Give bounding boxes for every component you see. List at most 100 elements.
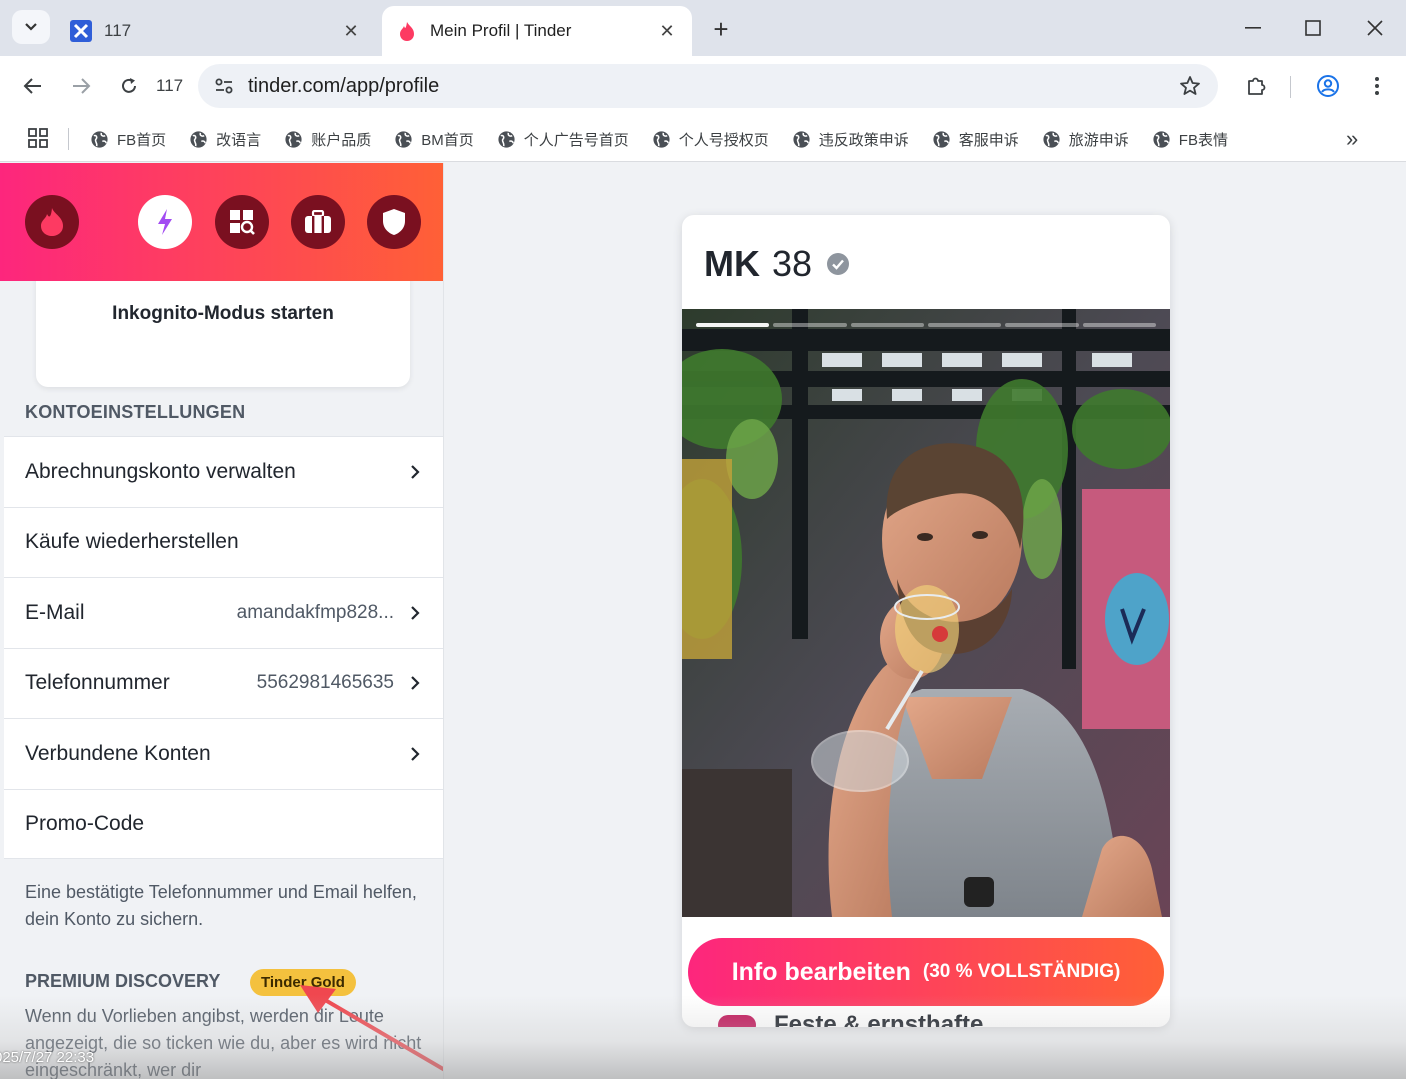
bookmark-item[interactable]: 客服申诉: [932, 129, 1019, 150]
photo-progress-segment: [1082, 323, 1156, 327]
bookmark-label: FB表情: [1178, 131, 1228, 149]
settings-row[interactable]: Käufe wiederherstellen: [4, 506, 443, 578]
bookmark-label: 违反政策申诉: [818, 131, 909, 149]
close-icon: [1367, 20, 1383, 36]
bookmark-item[interactable]: 个人号授权页: [652, 129, 769, 150]
tab-tinder-profile[interactable]: Mein Profil | Tinder ✕: [382, 6, 692, 56]
address-bar[interactable]: tinder.com/app/profile: [198, 64, 1218, 108]
tab-title: 117: [104, 21, 132, 40]
maximize-icon: [1305, 20, 1321, 36]
chevron-right-icon: [408, 674, 422, 692]
incognito-label: Inkognito-Modus starten: [112, 303, 334, 324]
profile-age: 38: [772, 243, 813, 284]
relationship-goal-label: Feste & ernsthafte: [774, 1011, 984, 1027]
photo-progress-segment: [773, 323, 847, 327]
more-vertical-icon: [1375, 77, 1379, 95]
bookmarks-bar: FB首页 改语言 账户品质 BM首页 个人广告号首页 个人号授权页 违反政策申诉 客服申诉 旅游…: [0, 116, 1406, 162]
apps-grid-icon[interactable]: [26, 126, 50, 150]
edit-info-label: Info bearbeiten: [731, 957, 911, 986]
globe-icon: [1043, 130, 1060, 148]
site-settings-icon[interactable]: [208, 70, 240, 102]
account-settings-list: Abrechnungskonto verwalten Käufe wiederhe…: [4, 436, 443, 859]
profile-photo[interactable]: [682, 309, 1170, 917]
bookmark-item[interactable]: 账户品质: [284, 129, 371, 150]
close-tab-icon[interactable]: ✕: [340, 20, 362, 42]
shield-icon: [383, 209, 405, 235]
relationship-goal-icon: [718, 1015, 756, 1027]
account-settings-title: KONTOEINSTELLUNGEN: [25, 402, 246, 422]
photo-progress-segment: [927, 323, 1002, 327]
photo-progress-segment: [696, 323, 770, 327]
premium-discovery-title: PREMIUM DISCOVERY: [25, 971, 221, 991]
bookmark-label: 旅游申诉: [1068, 131, 1129, 149]
bookmark-label: 个人广告号首页: [523, 131, 629, 149]
chevron-right-icon: [408, 745, 422, 763]
back-button[interactable]: [15, 68, 51, 104]
bookmark-item[interactable]: BM首页: [394, 129, 474, 150]
arrow-right-icon: [73, 78, 91, 94]
close-tab-icon[interactable]: ✕: [656, 20, 678, 42]
bookmark-label: 客服申诉: [958, 131, 1019, 149]
tab-search-button[interactable]: [12, 10, 50, 44]
tab-117[interactable]: 117 ✕: [56, 6, 376, 56]
extension-count[interactable]: 117: [156, 76, 183, 96]
work-button[interactable]: [291, 195, 345, 249]
url-text[interactable]: tinder.com/app/profile: [248, 75, 439, 98]
settings-row[interactable]: Telefonnummer 5562981465635: [4, 647, 443, 719]
bookmark-item[interactable]: 个人广告号首页: [497, 129, 629, 150]
chevron-down-icon: [25, 23, 37, 31]
settings-row-label: Käufe wiederherstellen: [25, 530, 239, 554]
boost-button[interactable]: [138, 195, 192, 249]
profile-button[interactable]: [1312, 70, 1344, 102]
minimize-button[interactable]: [1230, 10, 1276, 46]
browser-menu-button[interactable]: [1361, 70, 1393, 102]
bookmark-label: 个人号授权页: [678, 131, 769, 149]
globe-icon: [498, 130, 515, 148]
settings-row-label: Promo-Code: [25, 811, 145, 835]
settings-row-value: 5562981465635: [256, 672, 394, 694]
globe-icon: [1153, 130, 1170, 148]
close-window-button[interactable]: [1352, 10, 1398, 46]
forward-button[interactable]: [63, 68, 99, 104]
tinder-home-button[interactable]: [25, 195, 79, 249]
minimize-icon: [1245, 27, 1261, 29]
briefcase-icon: [305, 210, 331, 233]
browser-toolbar: 117 tinder.com/app/profile: [0, 56, 1406, 116]
settings-row[interactable]: E-Mail amandakfmp828...: [4, 577, 443, 648]
settings-sidebar: Inkognito-Modus starten KONTOEINSTELLUNG…: [0, 163, 444, 1079]
new-tab-button[interactable]: +: [704, 12, 738, 46]
bookmark-item[interactable]: FB首页: [90, 129, 166, 150]
photo-progress-segment: [850, 323, 924, 327]
bookmark-item[interactable]: 违反政策申诉: [792, 129, 909, 150]
settings-row[interactable]: Abrechnungskonto verwalten: [4, 436, 443, 507]
settings-row-label: Telefonnummer: [25, 671, 170, 695]
bookmark-star-icon[interactable]: [1178, 74, 1202, 98]
settings-row[interactable]: Verbundene Konten: [4, 718, 443, 789]
annotation-arrow-icon: [300, 985, 443, 1072]
bookmark-item[interactable]: 改语言: [189, 129, 261, 150]
bookmark-list: FB首页 改语言 账户品质 BM首页 个人广告号首页 个人号授权页 违反政策申诉 客服申诉 旅游…: [90, 116, 1251, 162]
globe-icon: [190, 130, 207, 148]
bookmark-label: 账户品质: [311, 131, 372, 149]
explore-button[interactable]: [215, 195, 269, 249]
chevron-right-icon: [408, 604, 422, 622]
bookmark-item[interactable]: 旅游申诉: [1042, 129, 1129, 150]
globe-icon: [91, 130, 108, 148]
verified-badge-icon: [827, 253, 850, 275]
settings-row[interactable]: Promo-Code: [4, 788, 443, 859]
screenshot-timestamp: 025/7/27 22:33: [0, 1049, 95, 1066]
more-bookmarks-button[interactable]: »: [1346, 126, 1358, 152]
settings-row-label: E-Mail: [25, 600, 85, 624]
extensions-button[interactable]: [1240, 70, 1272, 102]
edit-info-button[interactable]: Info bearbeiten (30 % VOLLSTÄNDIG): [688, 938, 1164, 1006]
puzzle-icon: [1248, 77, 1266, 95]
settings-row-label: Abrechnungskonto verwalten: [25, 459, 296, 483]
bookmarks-divider: [68, 128, 69, 150]
globe-icon: [395, 130, 412, 148]
profile-photo-image: [682, 309, 1170, 917]
safety-button[interactable]: [367, 195, 421, 249]
bookmark-item[interactable]: FB表情: [1152, 129, 1228, 150]
reload-button[interactable]: [111, 68, 147, 104]
maximize-button[interactable]: [1290, 10, 1336, 46]
x-logo-icon: [70, 20, 92, 42]
